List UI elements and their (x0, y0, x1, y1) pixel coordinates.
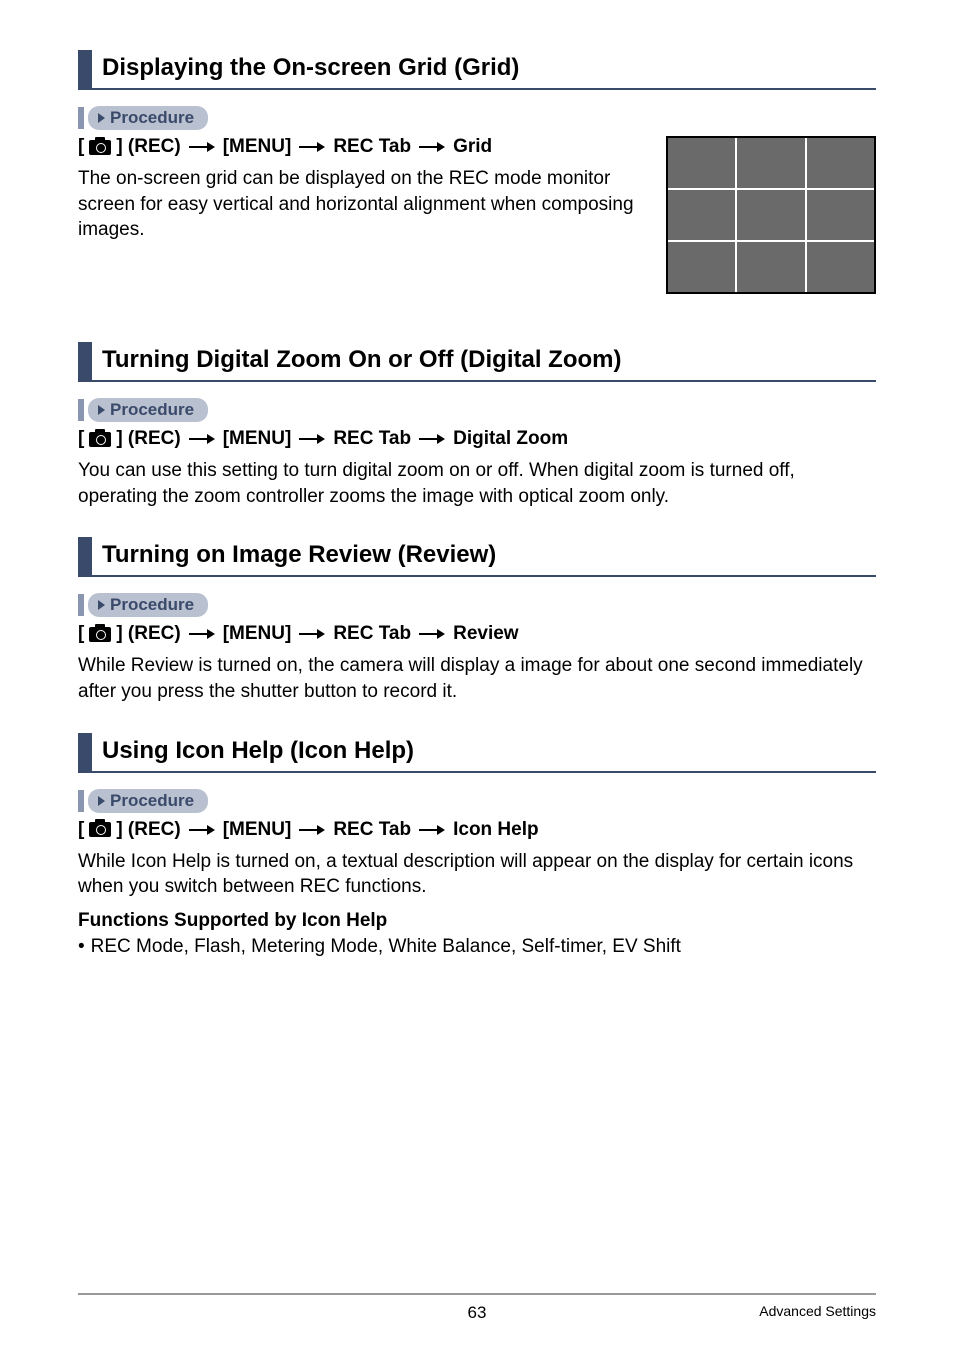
procedure-label: Procedure (110, 595, 194, 615)
menu-path: [ ] (REC) [MENU] REC Tab Icon Help (78, 819, 876, 841)
heading-bar (78, 50, 92, 88)
procedure-label: Procedure (110, 108, 194, 128)
arrow-right-icon (189, 825, 215, 835)
path-part: [MENU] (223, 428, 292, 450)
arrow-right-icon (419, 629, 445, 639)
arrow-right-icon (419, 825, 445, 835)
path-bracket-open: [ (78, 819, 84, 841)
chevron-right-icon (98, 113, 105, 123)
footer-label: Advanced Settings (759, 1303, 876, 1319)
menu-path: [ ] (REC) [MENU] REC Tab Review (78, 623, 876, 645)
arrow-right-icon (299, 142, 325, 152)
heading-text: Turning on Image Review (Review) (102, 537, 496, 575)
path-rec: ] (REC) (116, 136, 180, 158)
page-number: 63 (468, 1303, 487, 1323)
procedure-bar (78, 107, 84, 129)
procedure-pill: Procedure (78, 593, 876, 617)
bullet-text: REC Mode, Flash, Metering Mode, White Ba… (91, 936, 681, 958)
menu-path: [ ] (REC) [MENU] REC Tab Digital Zoom (78, 428, 876, 450)
section-heading: Displaying the On-screen Grid (Grid) (78, 50, 876, 90)
heading-bar (78, 537, 92, 575)
procedure-label: Procedure (110, 400, 194, 420)
page-footer: 63 Advanced Settings (78, 1293, 876, 1323)
sub-heading: Functions Supported by Icon Help (78, 910, 876, 932)
path-part: REC Tab (333, 428, 411, 450)
procedure-pill: Procedure (78, 789, 876, 813)
heading-bar (78, 342, 92, 380)
camera-icon (89, 432, 111, 447)
heading-text: Using Icon Help (Icon Help) (102, 733, 414, 771)
arrow-right-icon (299, 629, 325, 639)
section-heading: Using Icon Help (Icon Help) (78, 733, 876, 773)
heading-bar (78, 733, 92, 771)
camera-icon (89, 627, 111, 642)
chevron-right-icon (98, 405, 105, 415)
path-rec: ] (REC) (116, 428, 180, 450)
grid-illustration (666, 136, 876, 294)
section-body: You can use this setting to turn digital… (78, 458, 876, 509)
procedure-bar (78, 594, 84, 616)
bullet-item: • REC Mode, Flash, Metering Mode, White … (78, 936, 876, 958)
camera-icon (89, 140, 111, 155)
path-rec: ] (REC) (116, 623, 180, 645)
chevron-right-icon (98, 600, 105, 610)
path-bracket-open: [ (78, 428, 84, 450)
arrow-right-icon (419, 434, 445, 444)
arrow-right-icon (189, 629, 215, 639)
heading-text: Turning Digital Zoom On or Off (Digital … (102, 342, 621, 380)
arrow-right-icon (189, 434, 215, 444)
path-rec: ] (REC) (116, 819, 180, 841)
section-body: While Icon Help is turned on, a textual … (78, 849, 876, 900)
path-part: [MENU] (223, 623, 292, 645)
section-body: While Review is turned on, the camera wi… (78, 653, 876, 704)
path-part: REC Tab (333, 136, 411, 158)
path-part: REC Tab (333, 623, 411, 645)
procedure-pill: Procedure (78, 106, 876, 130)
path-part: [MENU] (223, 136, 292, 158)
camera-icon (89, 822, 111, 837)
section-heading: Turning on Image Review (Review) (78, 537, 876, 577)
procedure-pill: Procedure (78, 398, 876, 422)
chevron-right-icon (98, 796, 105, 806)
path-part: Digital Zoom (453, 428, 568, 450)
path-part: Icon Help (453, 819, 539, 841)
procedure-label: Procedure (110, 791, 194, 811)
path-part: Review (453, 623, 518, 645)
path-bracket-open: [ (78, 136, 84, 158)
menu-path: [ ] (REC) [MENU] REC Tab Grid (78, 136, 648, 158)
heading-text: Displaying the On-screen Grid (Grid) (102, 50, 519, 88)
procedure-bar (78, 790, 84, 812)
arrow-right-icon (299, 825, 325, 835)
arrow-right-icon (419, 142, 445, 152)
section-body: The on-screen grid can be displayed on t… (78, 166, 638, 243)
arrow-right-icon (189, 142, 215, 152)
path-part: [MENU] (223, 819, 292, 841)
path-part: REC Tab (333, 819, 411, 841)
section-heading: Turning Digital Zoom On or Off (Digital … (78, 342, 876, 382)
bullet-icon: • (78, 936, 85, 958)
path-bracket-open: [ (78, 623, 84, 645)
path-part: Grid (453, 136, 492, 158)
arrow-right-icon (299, 434, 325, 444)
procedure-bar (78, 399, 84, 421)
